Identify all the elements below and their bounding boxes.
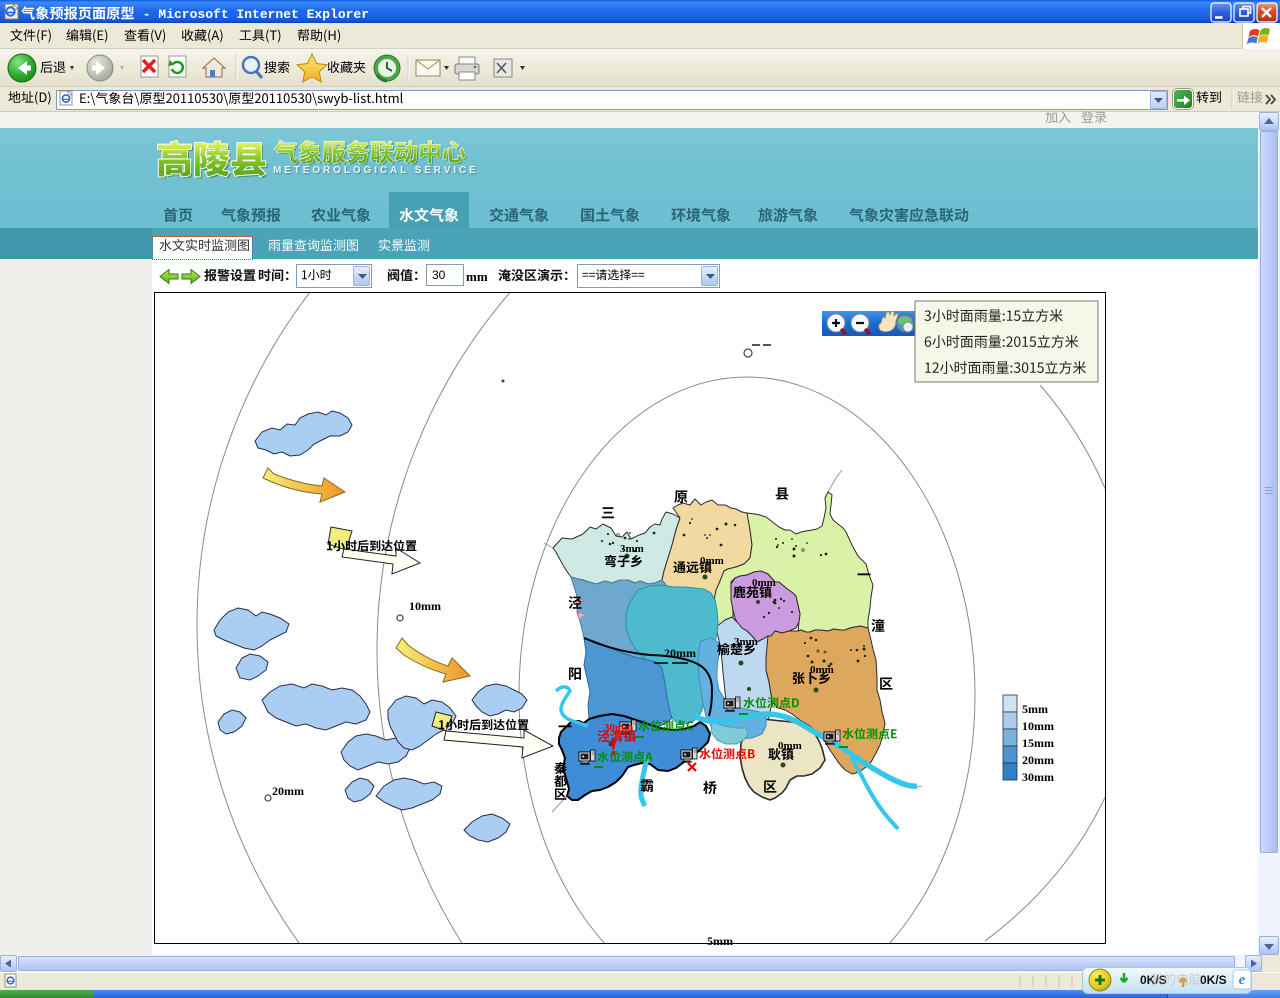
svg-text:e: e [1239,972,1246,988]
